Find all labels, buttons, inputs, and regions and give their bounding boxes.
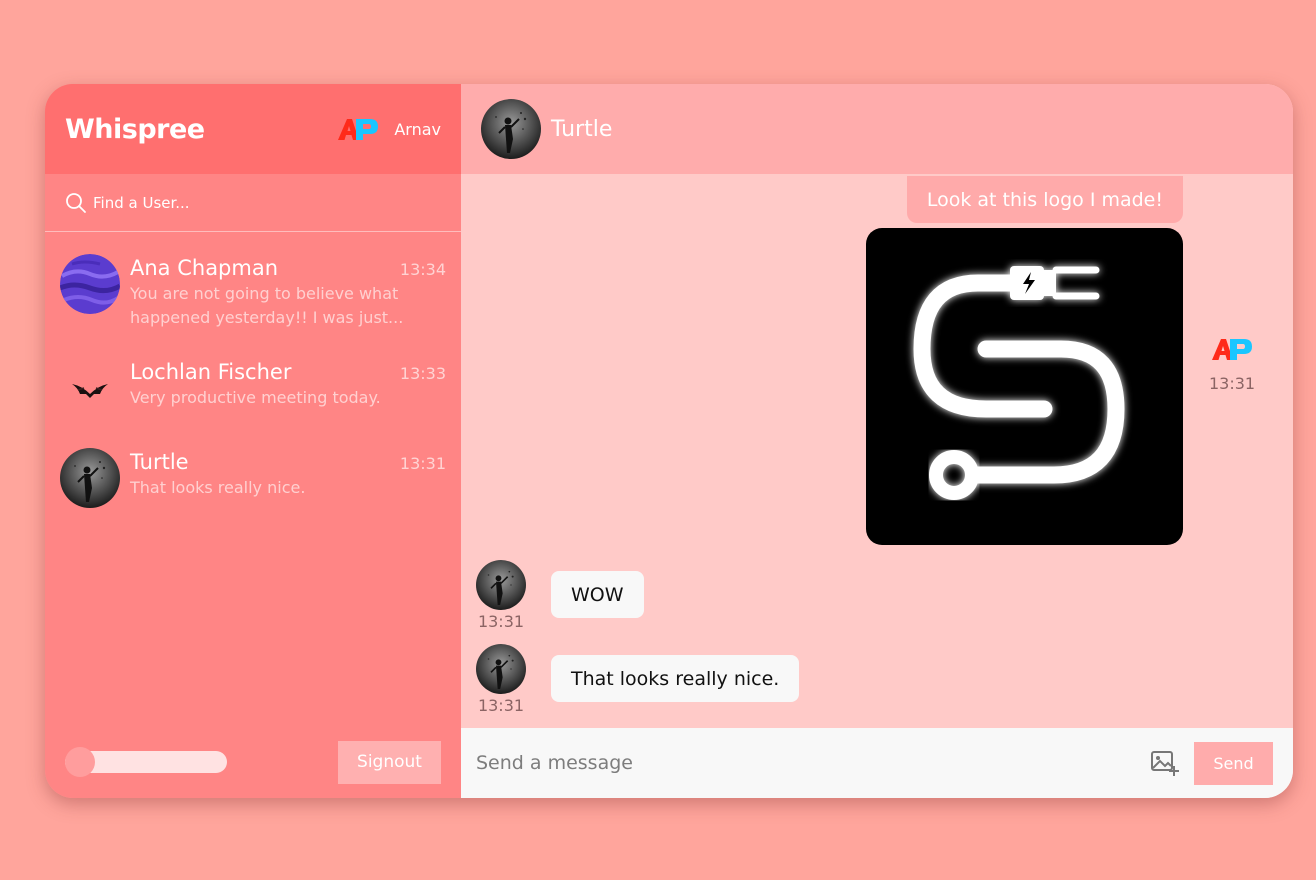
conversation-text: Turtle 13:31 That looks really nice. [130,448,446,500]
plug-s-logo-icon [913,266,1125,500]
conversation-time: 13:34 [399,260,446,279]
sidebar-footer: Signout [45,726,461,798]
outgoing-meta: 13:31 [1209,336,1255,393]
shared-image[interactable] [866,228,1183,545]
add-image-icon[interactable] [1150,748,1180,778]
grey-figure-avatar [60,448,120,508]
conversation-text: Ana Chapman 13:34 You are not going to b… [130,254,446,330]
conversation-text: Lochlan Fischer 13:33 Very productive me… [130,358,446,410]
theme-toggle[interactable] [65,747,227,777]
signout-button[interactable]: Signout [338,740,441,784]
incoming-message-row: 13:31 WOW [476,560,644,631]
conversation-name: Turtle [130,450,189,474]
purple-planet-avatar [60,254,120,314]
grey-figure-avatar [476,560,526,610]
ap-logo-icon [338,119,379,140]
user-search [45,174,461,232]
search-input[interactable] [93,193,441,212]
grey-figure-avatar [481,99,541,159]
conversation-name: Lochlan Fischer [130,360,292,384]
message-time: 13:31 [1209,374,1256,393]
conversation-top: Ana Chapman 13:34 [130,254,446,282]
grey-figure-avatar [476,644,526,694]
conversation-top: Lochlan Fischer 13:33 [130,358,446,386]
conversation-list: Ana Chapman 13:34 You are not going to b… [45,232,461,524]
current-user: Arnav [336,116,441,142]
send-button[interactable]: Send [1194,741,1273,785]
message-composer: Send [461,728,1293,798]
conversation-name: Ana Chapman [130,256,279,280]
toggle-knob[interactable] [65,747,95,777]
conversation-title: Turtle [551,116,613,142]
message-input[interactable] [476,752,1150,774]
conversation-preview: That looks really nice. [130,478,306,497]
conversation-item[interactable]: Turtle 13:31 That looks really nice. [45,434,461,524]
incoming-message-row: 13:31 That looks really nice. [476,644,800,715]
conversation-time: 13:31 [399,454,446,473]
message-time: 13:31 [477,696,525,715]
app-brand: Whispree [65,113,205,145]
message-time: 13:31 [477,612,525,631]
conversation-item[interactable]: Lochlan Fischer 13:33 Very productive me… [45,344,461,434]
chat-app-window: Whispree Arnav Find a User... Ana Chapma… [45,84,1293,798]
incoming-message: WOW [551,571,644,618]
current-user-name: Arnav [394,119,441,139]
search-icon [66,192,86,213]
sidebar: Whispree Arnav Find a User... Ana Chapma… [45,84,461,798]
outgoing-message: Look at this logo I made! [906,176,1183,223]
ap-logo-icon [1212,339,1252,360]
message-list: Look at this logo I made! 13:31 13:31 WO… [461,174,1293,798]
conversation-top: Turtle 13:31 [130,448,446,476]
dark-bird-avatar [72,384,108,398]
conversation-header: Turtle [461,84,1293,174]
conversation-item[interactable]: Ana Chapman 13:34 You are not going to b… [45,232,461,344]
conversation-preview: Very productive meeting today. [130,388,381,407]
incoming-message: That looks really nice. [551,655,800,702]
conversation-panel: Turtle Look at this logo I made! 13:31 1… [461,84,1293,798]
conversation-preview: You are not going to believe what happen… [130,284,404,327]
conversation-time: 13:33 [399,364,446,383]
sidebar-header: Whispree Arnav [45,84,461,174]
